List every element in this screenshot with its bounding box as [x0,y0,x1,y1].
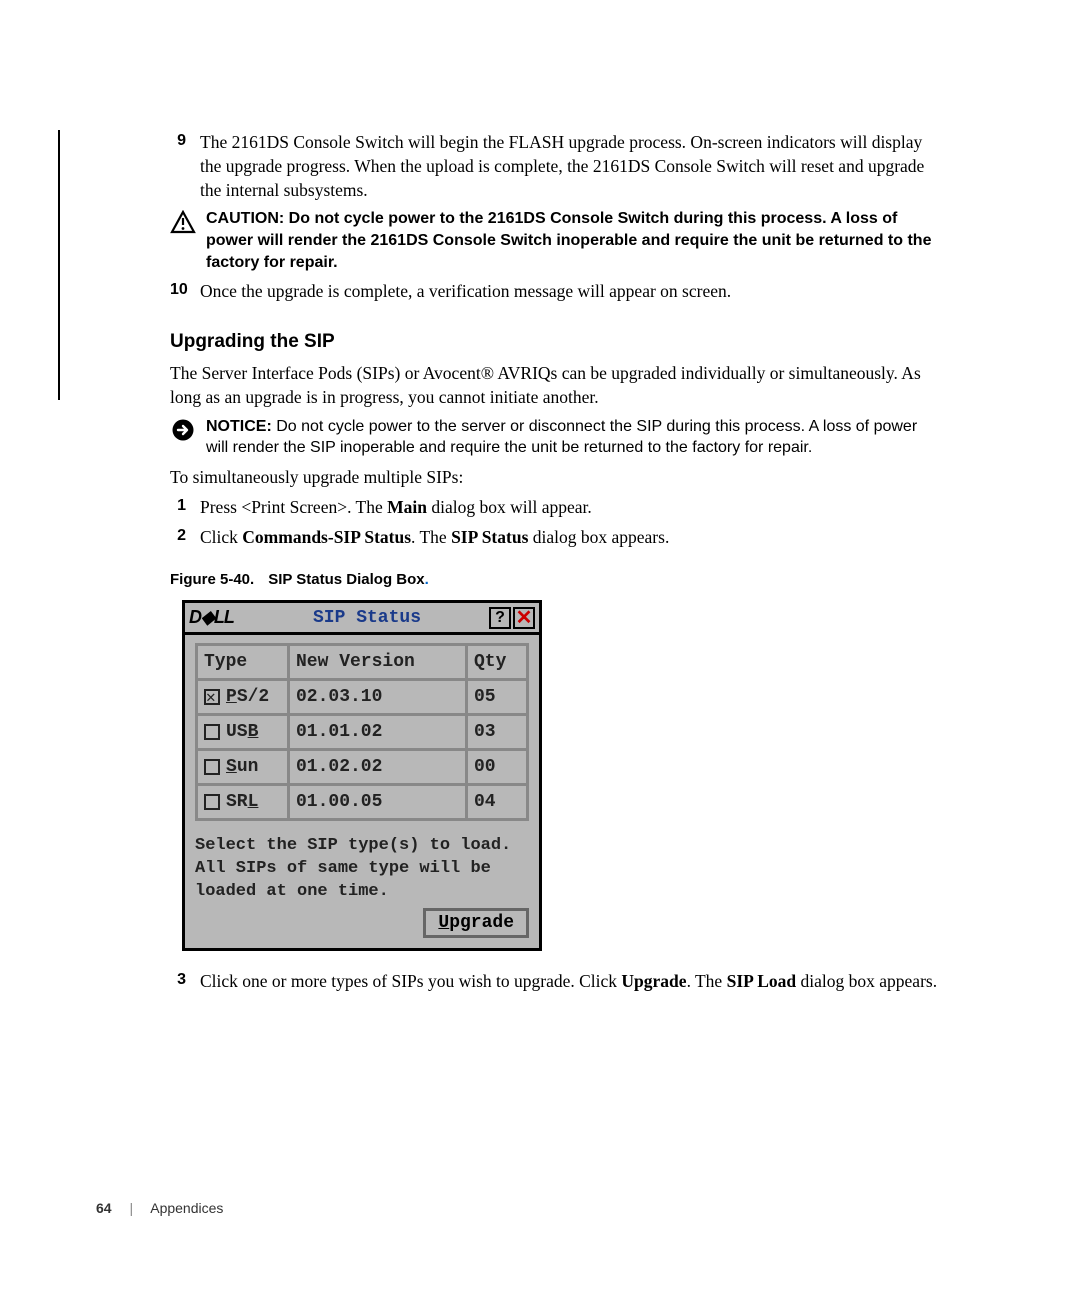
sip-status-dialog: D◆LL SIP Status ? ✕ Type New Version Qty… [182,600,542,951]
upgrade-button[interactable]: Upgrade [423,908,529,938]
notice-text: NOTICE: Do not cycle power to the server… [206,416,940,459]
caution-icon [170,210,196,234]
step-9: 9 The 2161DS Console Switch will begin t… [170,130,940,202]
cell-type[interactable]: PS/2 [198,681,290,713]
cell-version: 01.02.02 [290,751,468,783]
notice-icon [170,418,196,442]
footer-section: Appendices [150,1200,223,1216]
section-heading: Upgrading the SIP [170,331,940,353]
table-row[interactable]: SRL 01.00.05 04 [198,786,526,821]
col-qty: Qty [468,646,526,678]
checkbox-icon[interactable] [204,759,220,775]
figure-number: Figure 5-40. [170,571,254,588]
table-header-row: Type New Version Qty [198,646,526,681]
step-number: 1 [170,495,200,517]
cell-qty: 03 [468,716,526,748]
cell-qty: 00 [468,751,526,783]
dialog-titlebar: D◆LL SIP Status ? ✕ [185,603,539,635]
page-footer: 64 | Appendices [96,1200,223,1216]
cell-version: 01.00.05 [290,786,468,818]
table-row[interactable]: USB 01.01.02 03 [198,716,526,751]
cell-version: 02.03.10 [290,681,468,713]
page-number: 64 [96,1200,112,1216]
caution-label: CAUTION: [206,210,284,227]
notice-callout: NOTICE: Do not cycle power to the server… [170,416,940,459]
step-number: 3 [170,969,200,991]
sip-table: Type New Version Qty PS/2 02.03.10 05 US… [195,643,529,821]
cell-type[interactable]: SRL [198,786,290,818]
cell-type[interactable]: USB [198,716,290,748]
caution-body: Do not cycle power to the 2161DS Console… [206,210,931,270]
dialog-title: SIP Status [245,608,489,628]
footer-separator: | [129,1200,133,1216]
step-10: 10 Once the upgrade is complete, a verif… [170,279,940,303]
col-version: New Version [290,646,468,678]
notice-body: Do not cycle power to the server or disc… [206,418,917,457]
step-text: Press <Print Screen>. The Main dialog bo… [200,495,940,519]
step-text: Click one or more types of SIPs you wish… [200,969,940,993]
vertical-rule [58,130,60,400]
dialog-hint: Select the SIP type(s) to load. All SIPs… [195,835,529,904]
figure-dot: . [425,571,429,588]
step-2: 2 Click Commands-SIP Status. The SIP Sta… [170,525,940,549]
body-paragraph: To simultaneously upgrade multiple SIPs: [170,465,940,489]
notice-label: NOTICE: [206,418,272,435]
checkbox-icon[interactable] [204,724,220,740]
cell-qty: 05 [468,681,526,713]
cell-version: 01.01.02 [290,716,468,748]
table-row[interactable]: PS/2 02.03.10 05 [198,681,526,716]
step-number: 2 [170,525,200,547]
caution-text: CAUTION: Do not cycle power to the 2161D… [206,208,940,273]
step-number: 10 [170,279,200,301]
caution-callout: CAUTION: Do not cycle power to the 2161D… [170,208,940,273]
checkbox-icon[interactable] [204,689,220,705]
step-3: 3 Click one or more types of SIPs you wi… [170,969,940,993]
figure-title: SIP Status Dialog Box [268,571,424,588]
col-type: Type [198,646,290,678]
help-button[interactable]: ? [489,607,511,629]
step-number: 9 [170,130,200,152]
cell-type[interactable]: Sun [198,751,290,783]
step-text: Once the upgrade is complete, a verifica… [200,279,940,303]
checkbox-icon[interactable] [204,794,220,810]
close-button[interactable]: ✕ [513,607,535,629]
dell-logo: D◆LL [189,607,245,628]
cell-qty: 04 [468,786,526,818]
step-text: The 2161DS Console Switch will begin the… [200,130,940,202]
step-1: 1 Press <Print Screen>. The Main dialog … [170,495,940,519]
step-text: Click Commands-SIP Status. The SIP Statu… [200,525,940,549]
figure-caption: Figure 5-40. SIP Status Dialog Box. [170,571,940,588]
table-row[interactable]: Sun 01.02.02 00 [198,751,526,786]
body-paragraph: The Server Interface Pods (SIPs) or Avoc… [170,361,940,409]
